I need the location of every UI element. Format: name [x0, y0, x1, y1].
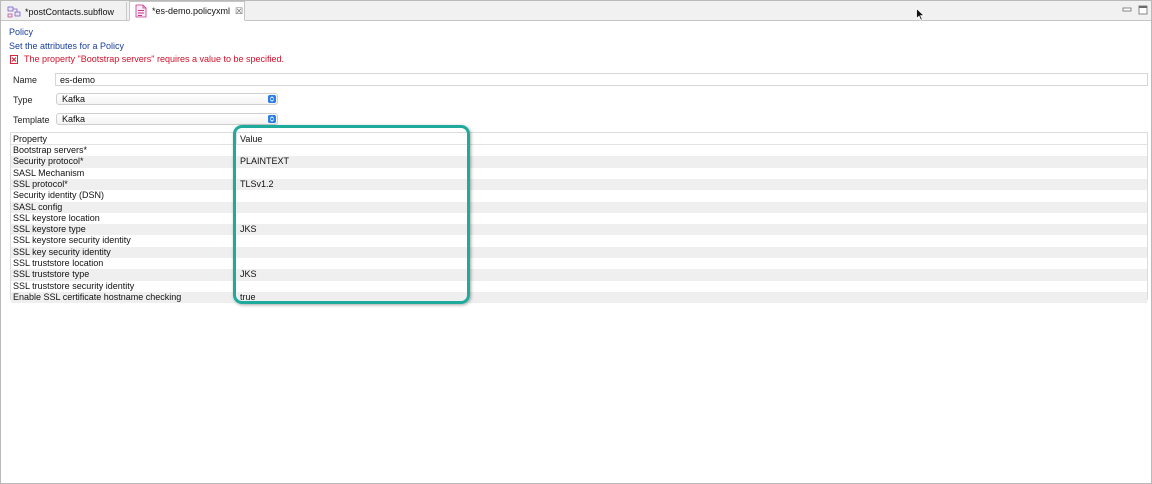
property-name: SSL key security identity	[13, 246, 111, 257]
page-title: Policy	[9, 27, 34, 37]
property-name: SSL protocol*	[13, 178, 68, 189]
template-select[interactable]: Kafka	[56, 113, 278, 125]
template-select-value: Kafka	[62, 114, 86, 124]
property-name: SSL truststore location	[13, 258, 104, 268]
policy-file-icon	[135, 4, 147, 18]
select-arrows-icon	[268, 95, 276, 103]
table-row[interactable]: SASL config	[11, 201, 1147, 213]
table-row[interactable]: Security protocol* PLAINTEXT	[11, 156, 1147, 168]
table-row[interactable]: SSL keystore security identity	[11, 235, 1147, 246]
column-divider	[236, 133, 237, 144]
property-name: Enable SSL certificate hostname checking	[13, 291, 182, 302]
template-label: Template	[13, 115, 50, 125]
table-row[interactable]: SSL truststore security identity	[11, 281, 1147, 292]
property-name: Security protocol*	[13, 156, 84, 167]
property-name: Bootstrap servers*	[13, 145, 88, 155]
property-value[interactable]: JKS	[240, 224, 257, 235]
property-name: SSL truststore security identity	[13, 280, 135, 291]
table-row[interactable]: Security identity (DSN)	[11, 190, 1147, 201]
table-row[interactable]: Bootstrap servers*	[11, 145, 1147, 156]
table-row[interactable]: SASL Mechanism	[11, 168, 1147, 179]
select-arrows-icon	[268, 115, 276, 123]
page-subtitle: Set the attributes for a Policy	[9, 41, 125, 51]
table-row[interactable]: SSL protocol* TLSv1.2	[11, 178, 1147, 191]
property-name: Security identity (DSN)	[13, 190, 105, 201]
editor-window: *postContacts.subflow *es-demo.policyxml…	[0, 0, 1152, 484]
subflow-icon	[7, 6, 21, 17]
error-text: The property "Bootstrap servers" require…	[24, 54, 285, 64]
property-name: SSL keystore location	[13, 212, 100, 223]
property-name: SSL keystore security identity	[13, 235, 131, 246]
table-row[interactable]: SSL keystore type JKS	[11, 224, 1147, 236]
type-label: Type	[13, 95, 33, 105]
table-row[interactable]: SSL truststore type JKS	[11, 269, 1147, 281]
properties-table: Property Value Bootstrap servers* Securi…	[10, 132, 1148, 304]
table-row[interactable]: SSL key security identity	[11, 246, 1147, 258]
type-select[interactable]: Kafka	[56, 93, 278, 105]
tab-label: *postContacts.subflow	[25, 6, 115, 17]
type-select-value: Kafka	[62, 94, 86, 104]
property-value[interactable]: PLAINTEXT	[240, 156, 289, 167]
minimize-icon[interactable]	[1122, 5, 1132, 15]
tab-postcontacts-subflow[interactable]: *postContacts.subflow	[3, 2, 127, 21]
mouse-cursor-icon	[916, 8, 925, 21]
error-message: The property "Bootstrap servers" require…	[10, 54, 284, 64]
tab-label: *es-demo.policyxml	[152, 6, 231, 16]
column-header-property[interactable]: Property	[13, 134, 47, 145]
property-name: SSL truststore type	[13, 269, 90, 280]
table-row[interactable]: Enable SSL certificate hostname checking…	[11, 291, 1147, 304]
property-name: SASL config	[13, 201, 63, 212]
property-name: SSL keystore type	[13, 224, 86, 235]
property-value[interactable]: TLSv1.2	[240, 179, 274, 190]
column-header-value[interactable]: Value	[240, 134, 262, 145]
name-label: Name	[13, 75, 38, 85]
table-row[interactable]: SSL truststore location	[11, 258, 1147, 269]
property-name: SASL Mechanism	[13, 167, 85, 178]
editor-tab-bar: *postContacts.subflow *es-demo.policyxml…	[1, 1, 1151, 21]
table-header-row: Property Value	[11, 133, 1147, 145]
property-value[interactable]: JKS	[240, 269, 257, 280]
property-value[interactable]: true	[240, 292, 256, 303]
name-input[interactable]	[55, 73, 1148, 86]
close-tab-icon[interactable]: ☒	[235, 6, 243, 16]
maximize-icon[interactable]	[1138, 5, 1148, 15]
table-row[interactable]: SSL keystore location	[11, 213, 1147, 224]
tab-es-demo-policyxml[interactable]: *es-demo.policyxml ☒	[129, 1, 245, 21]
error-icon	[10, 54, 18, 64]
